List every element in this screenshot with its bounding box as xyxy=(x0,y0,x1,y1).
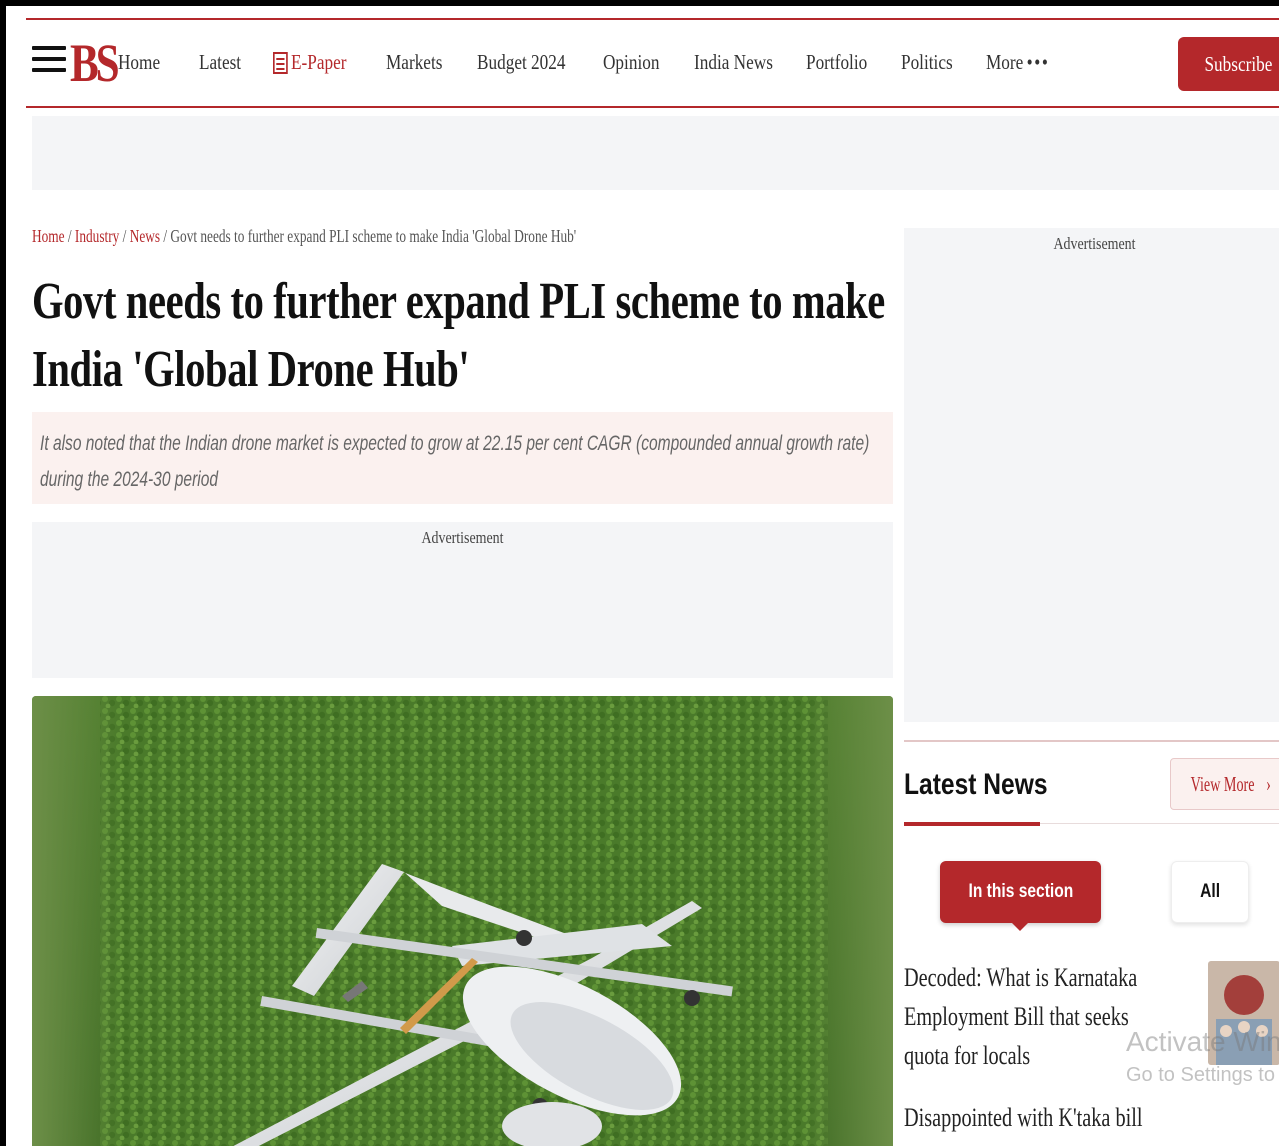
breadcrumb-separator: / xyxy=(163,226,168,246)
view-more-label: View More xyxy=(1190,771,1255,796)
article-headline: Govt needs to further expand PLI scheme … xyxy=(32,273,885,398)
breadcrumb-separator: / xyxy=(122,226,127,246)
breadcrumb-industry[interactable]: Industry xyxy=(75,226,119,246)
nav-latest[interactable]: Latest xyxy=(199,50,241,75)
newspaper-icon xyxy=(272,51,288,74)
hamburger-menu-icon[interactable] xyxy=(32,46,66,80)
news-thumbnail-image xyxy=(1208,961,1279,1065)
article-summary-box: It also noted that the Indian drone mark… xyxy=(32,412,893,504)
site-logo[interactable]: BS xyxy=(70,32,120,94)
drone-photo xyxy=(32,696,893,1146)
browser-viewport: BS Home Latest E-Paper Markets Budget 20… xyxy=(0,0,1279,1146)
latest-news-title: Latest News xyxy=(904,768,1048,801)
news-title[interactable]: Decoded: What is Karnataka Employment Bi… xyxy=(904,958,1154,1075)
nav-more-label: More xyxy=(985,50,1024,74)
inline-ad: Advertisement xyxy=(32,522,893,678)
nav-india-news[interactable]: India News xyxy=(694,50,773,75)
subscribe-button[interactable]: Subscribe xyxy=(1178,37,1279,91)
view-more-button[interactable]: View More › xyxy=(1170,758,1279,810)
list-item[interactable]: Disappointed with K'taka bill xyxy=(904,1098,1279,1137)
nav-politics[interactable]: Politics xyxy=(901,50,953,75)
breadcrumb-separator: / xyxy=(67,226,72,246)
tab-in-this-section[interactable]: In this section xyxy=(940,861,1101,931)
nav-opinion[interactable]: Opinion xyxy=(603,50,659,75)
top-ad-banner xyxy=(32,116,1279,190)
ad-label: Advertisement xyxy=(421,528,504,547)
breadcrumb-home[interactable]: Home xyxy=(32,226,65,246)
tab-all-label: All xyxy=(1200,881,1220,902)
breadcrumb: Home / Industry / News / Govt needs to f… xyxy=(32,226,576,247)
nav-budget[interactable]: Budget 2024 xyxy=(477,50,565,75)
nav-home[interactable]: Home xyxy=(118,50,160,75)
tab-all[interactable]: All xyxy=(1171,861,1249,923)
subscribe-label: Subscribe xyxy=(1204,51,1272,76)
nav-epaper[interactable]: E-Paper xyxy=(272,50,347,75)
article-summary: It also noted that the Indian drone mark… xyxy=(40,432,870,491)
sidebar-ad: Advertisement xyxy=(904,228,1279,722)
more-dots-icon: ••• xyxy=(1026,50,1050,74)
breadcrumb-current: Govt needs to further expand PLI scheme … xyxy=(170,226,577,246)
news-title[interactable]: Disappointed with K'taka bill xyxy=(904,1098,1154,1137)
nav-epaper-label: E-Paper xyxy=(290,50,347,74)
list-item[interactable]: Decoded: What is Karnataka Employment Bi… xyxy=(904,958,1204,1075)
article-hero-image xyxy=(32,696,893,1146)
latest-news-underline xyxy=(904,822,1040,826)
site-header: BS Home Latest E-Paper Markets Budget 20… xyxy=(26,20,1279,108)
nav-more[interactable]: More ••• xyxy=(986,50,1050,75)
main-nav: Home Latest E-Paper Markets Budget 2024 … xyxy=(118,50,1063,75)
latest-news-header: Latest News View More › xyxy=(904,740,1279,826)
nav-portfolio[interactable]: Portfolio xyxy=(806,50,867,75)
nav-markets[interactable]: Markets xyxy=(386,50,442,75)
news-thumbnail[interactable] xyxy=(1208,961,1279,1065)
tab-in-this-section-label: In this section xyxy=(968,881,1073,902)
breadcrumb-news[interactable]: News xyxy=(130,226,160,246)
chevron-right-icon: › xyxy=(1266,771,1271,796)
sidebar-ad-label: Advertisement xyxy=(1053,234,1136,253)
